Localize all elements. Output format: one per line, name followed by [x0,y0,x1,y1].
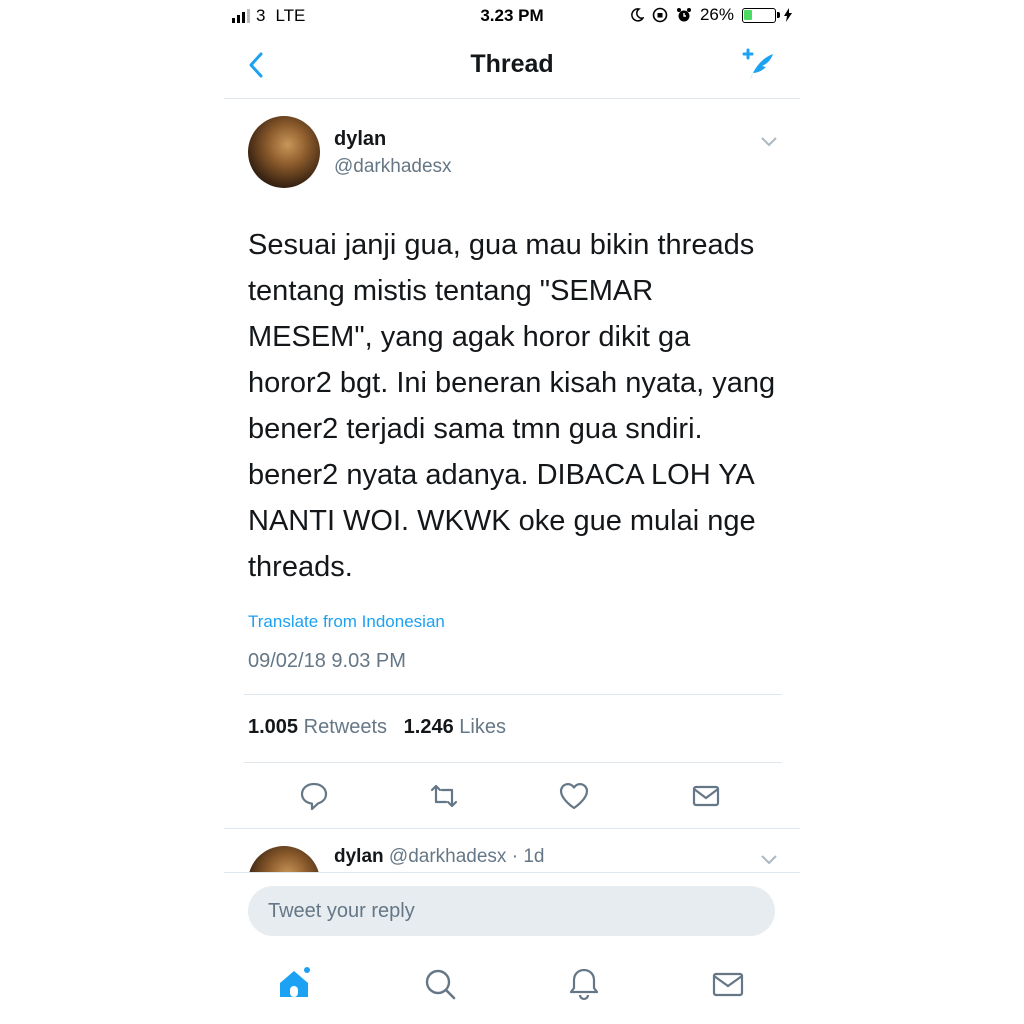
tweet-stats: 1.005 Retweets 1.246 Likes [248,716,506,739]
home-icon[interactable] [276,966,312,1002]
tweet-line: bener2 nyata adanya. DIBACA LOH YA [248,459,755,491]
messages-icon[interactable] [710,966,746,1002]
tweet-timestamp: 09/02/18 9.03 PM [248,650,406,672]
divider [224,828,800,829]
phone-screen: 3 LTE 3.23 PM 26% Thread dylan @darkhade… [224,0,800,1024]
retweets-stat[interactable]: 1.005 Retweets [248,716,387,738]
tweet-line: MESEM", yang agak horor dikit ga [248,321,691,353]
search-icon[interactable] [422,966,458,1002]
moon-icon [631,8,644,22]
reply-author-handle[interactable]: @darkhadesx [389,846,507,867]
battery-fill [744,9,752,20]
heart-icon[interactable] [558,780,590,812]
tweet-line: tentang mistis tentang "SEMAR [248,275,654,307]
reply-icon[interactable] [298,780,330,812]
charging-icon [784,8,792,22]
alarm-icon [676,8,691,22]
retweet-icon[interactable] [428,780,460,812]
battery-icon [742,7,780,23]
tweet-line: bener2 terjadi sama tmn gua sndiri. [248,413,703,445]
chevron-down-icon[interactable] [760,132,778,150]
reply-age: · 1d [511,846,545,867]
author-name[interactable]: dylan [334,128,386,151]
tweet-line: threads. [248,551,353,583]
notifications-icon[interactable] [566,966,602,1002]
reply-input[interactable] [248,886,775,936]
nav-header: Thread [224,38,800,99]
reply-header: dylan @darkhadesx · 1d [334,846,544,868]
chevron-down-icon[interactable] [760,850,778,868]
page-title: Thread [470,50,554,78]
likes-count: 1.246 [403,716,454,738]
avatar[interactable] [248,116,320,188]
divider [244,762,782,763]
retweets-count: 1.005 [248,716,299,738]
tweet-line: horor2 bgt. Ini beneran kisah nyata, yan… [248,367,776,399]
compose-tweet-icon[interactable] [738,46,776,84]
retweets-label: Retweets [303,716,387,738]
translate-link[interactable]: Translate from Indonesian [248,612,445,632]
tweet-text: Sesuai janji gua, gua mau bikin threads … [248,222,793,590]
status-bar: 3 LTE 3.23 PM 26% [224,0,800,32]
battery-percent: 26% [699,5,734,24]
likes-label: Likes [459,716,506,738]
status-right: 26% [630,5,792,25]
likes-stat[interactable]: 1.246 Likes [404,716,506,738]
direct-message-icon[interactable] [690,780,722,812]
divider [244,694,782,695]
reply-author-name[interactable]: dylan [334,846,384,867]
tweet-line: Sesuai janji gua, gua mau bikin threads [248,229,755,261]
tweet-line: NANTI WOI. WKWK oke gue mulai nge [248,505,756,537]
author-handle[interactable]: @darkhadesx [334,156,452,178]
reply-avatar[interactable] [248,846,320,872]
orientation-lock-icon [652,7,668,23]
